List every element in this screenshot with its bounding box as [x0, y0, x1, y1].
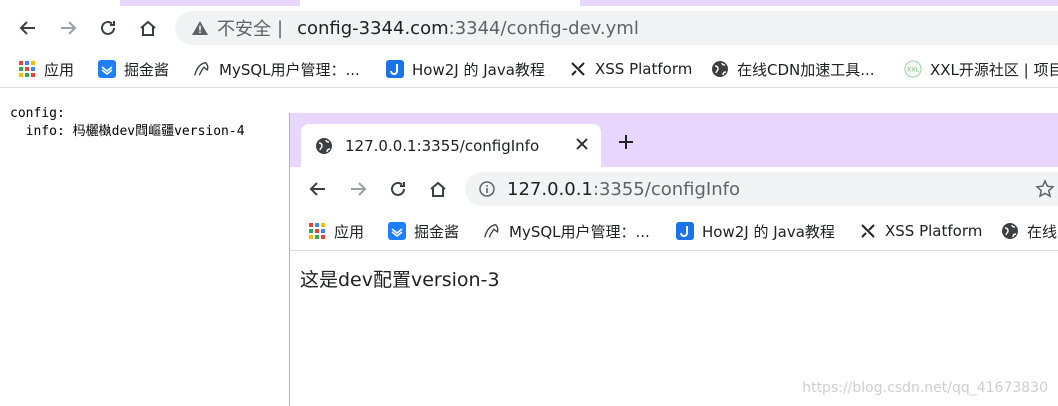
yaml-line: info: 杩欐槸dev閰嶇疆version-4 — [10, 124, 245, 139]
how2j-icon — [676, 222, 694, 240]
bookmark-label: 应用 — [334, 222, 365, 241]
bookmark-apps[interactable]: 应用 — [308, 220, 364, 242]
home-button[interactable] — [424, 175, 452, 203]
close-tab-button[interactable] — [575, 136, 589, 155]
reload-icon — [101, 20, 115, 35]
home-icon — [140, 20, 156, 36]
arrow-left-icon — [309, 182, 325, 196]
bookmark-star-button[interactable] — [1035, 179, 1055, 202]
bookmark-mysql[interactable]: MySQL用户管理：... — [483, 220, 650, 242]
url-path: :3344/config-dev.yml — [448, 17, 639, 39]
globe-icon — [711, 60, 729, 78]
xss-icon — [859, 222, 877, 240]
juejin-icon — [98, 60, 116, 78]
how2j-icon — [386, 60, 404, 78]
outer-toolbar: 不安全 | config-3344.com:3344/config-dev.ym… — [0, 6, 1058, 50]
bookmark-label: 掘金酱 — [124, 60, 170, 79]
arrow-left-icon — [19, 21, 35, 35]
globe-icon — [1001, 222, 1019, 240]
bookmark-xss[interactable]: XSS Platform — [859, 220, 982, 242]
bookmark-cdn[interactable]: 在线 — [1001, 220, 1057, 242]
address-bar[interactable]: 127.0.0.1:3355/configInfo — [465, 172, 1058, 206]
back-button[interactable] — [14, 14, 42, 42]
inner-toolbar: 127.0.0.1:3355/configInfo — [290, 167, 1058, 211]
bookmark-label: XXL开源社区 | 项目 — [930, 60, 1058, 79]
reload-button[interactable] — [94, 14, 122, 42]
mysql-dolphin-icon — [193, 60, 211, 78]
bookmark-how2j[interactable]: How2J 的 Java教程 — [676, 220, 835, 242]
page-body-text: 这是dev配置version-3 — [300, 269, 500, 291]
bookmark-xxl[interactable]: XXL XXL开源社区 | 项目 — [904, 58, 1058, 80]
home-button[interactable] — [134, 14, 162, 42]
yaml-line: config: — [10, 106, 65, 121]
apps-grid-icon — [308, 222, 326, 240]
new-tab-button[interactable] — [617, 131, 635, 155]
bookmark-label: XSS Platform — [885, 222, 983, 240]
bookmark-label: MySQL用户管理：... — [219, 60, 360, 79]
warning-triangle-icon — [191, 20, 209, 36]
xxl-icon: XXL — [904, 60, 922, 78]
bookmark-xss[interactable]: XSS Platform — [569, 58, 692, 80]
arrow-right-icon — [61, 21, 77, 35]
bookmark-mysql[interactable]: MySQL用户管理：... — [193, 58, 360, 80]
xss-icon — [569, 60, 587, 78]
bookmark-juejin[interactable]: 掘金酱 — [388, 220, 459, 242]
bookmark-apps[interactable]: 应用 — [18, 58, 74, 80]
insecure-label: 不安全 — [217, 19, 271, 40]
svg-text:XXL: XXL — [907, 67, 920, 74]
watermark: https://blog.csdn.net/qq_41673830 — [802, 380, 1048, 396]
forward-button[interactable] — [344, 175, 372, 203]
tab-title: 127.0.0.1:3355/configInfo — [345, 136, 540, 155]
bookmark-label: 在线CDN加速工具... — [737, 60, 875, 79]
bookmark-label: MySQL用户管理：... — [509, 222, 650, 241]
info-icon — [479, 181, 495, 197]
inner-browser-window: 127.0.0.1:3355/configInfo 127.0.0.1:3355… — [289, 113, 1058, 406]
bookmark-cdn[interactable]: 在线CDN加速工具... — [711, 58, 875, 80]
arrow-right-icon — [351, 182, 367, 196]
outer-bookmarks-bar: 应用 掘金酱 MySQL用户管理：... How2J 的 Java教程 XSS … — [0, 50, 1058, 88]
mysql-dolphin-icon — [483, 222, 501, 240]
bookmark-label: How2J 的 Java教程 — [702, 222, 835, 241]
inner-tab-strip: 127.0.0.1:3355/configInfo — [290, 113, 1058, 167]
reload-icon — [391, 181, 405, 196]
apps-grid-icon — [18, 60, 36, 78]
plus-icon — [619, 135, 633, 149]
juejin-icon — [388, 222, 406, 240]
bookmark-label: How2J 的 Java教程 — [412, 60, 545, 79]
omnibox-separator: | — [277, 17, 284, 39]
bookmark-juejin[interactable]: 掘金酱 — [98, 58, 169, 80]
inner-bookmarks-bar: 应用 掘金酱 MySQL用户管理：... How2J 的 Java教程 XSS … — [290, 211, 1058, 251]
reload-button[interactable] — [384, 175, 412, 203]
globe-icon — [316, 137, 332, 154]
star-icon — [1035, 179, 1055, 198]
yaml-content: config: info: 杩欐槸dev閰嶇疆version-4 — [10, 105, 245, 141]
url-host: config-3344.com — [297, 17, 449, 39]
back-button[interactable] — [304, 175, 332, 203]
close-icon — [576, 138, 588, 150]
address-bar[interactable]: 不安全 | config-3344.com:3344/config-dev.ym… — [175, 11, 1058, 45]
bookmark-label: 掘金酱 — [414, 222, 460, 241]
bookmark-how2j[interactable]: How2J 的 Java教程 — [386, 58, 545, 80]
bookmark-label: XSS Platform — [595, 60, 693, 78]
bookmark-label: 应用 — [44, 60, 75, 79]
forward-button[interactable] — [54, 14, 82, 42]
url-host: 127.0.0.1 — [507, 178, 593, 200]
bookmark-label: 在线 — [1027, 222, 1058, 241]
tab-configinfo[interactable]: 127.0.0.1:3355/configInfo — [301, 124, 601, 167]
url-path: :3355/configInfo — [592, 178, 740, 200]
home-icon — [430, 181, 446, 197]
